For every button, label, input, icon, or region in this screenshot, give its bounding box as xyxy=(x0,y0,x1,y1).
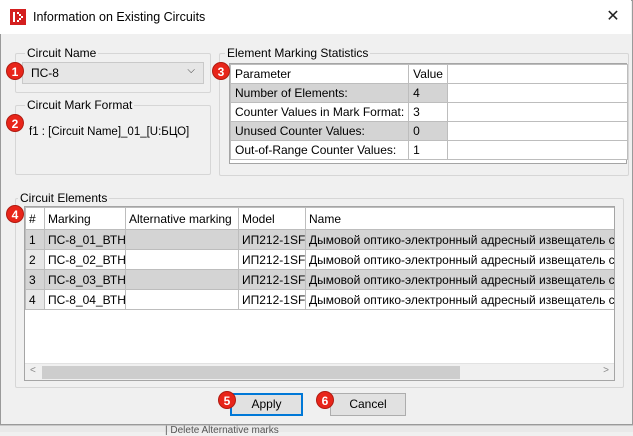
elements-grid[interactable]: # Marking Alternative marking Model Name… xyxy=(24,206,615,381)
model-cell: ИП212-1SF xyxy=(238,289,306,310)
marker-4: 4 xyxy=(6,205,24,223)
table-row[interactable]: 2 ПС-8_02_ВТН ИП212-1SF Дымовой оптико-э… xyxy=(25,249,614,270)
stats-filler-cell xyxy=(446,102,629,122)
elements-header-num[interactable]: # xyxy=(25,207,45,230)
elements-table: # Marking Alternative marking Model Name… xyxy=(25,207,614,310)
stats-value-cell: 1 xyxy=(408,140,448,160)
background-window-strip: | Delete Alternative marks xyxy=(0,425,633,436)
marking-cell[interactable]: ПС-8_03_ВТН xyxy=(44,269,126,290)
marker-2: 2 xyxy=(6,114,24,132)
cancel-button[interactable]: Cancel xyxy=(330,393,406,416)
circuit-name-legend: Circuit Name xyxy=(25,46,99,60)
app-logo-icon xyxy=(10,9,26,25)
model-cell: ИП212-1SF xyxy=(238,269,306,290)
circuit-name-combo[interactable]: ПС-8 ⌵ xyxy=(22,62,204,84)
elements-header-name[interactable]: Name xyxy=(305,207,614,230)
elements-header-marking[interactable]: Marking xyxy=(44,207,126,230)
alt-marking-cell[interactable] xyxy=(125,269,239,290)
stats-header-filler xyxy=(446,64,629,84)
chevron-down-icon: ⌵ xyxy=(187,65,195,76)
alt-marking-cell[interactable] xyxy=(125,229,239,250)
name-cell: Дымовой оптико-электронный адресный изве… xyxy=(305,229,614,250)
mark-format-group xyxy=(15,105,211,175)
marking-cell[interactable]: ПС-8_04_ВТН xyxy=(44,289,126,310)
close-icon[interactable]: ✕ xyxy=(600,5,626,29)
alt-marking-cell[interactable] xyxy=(125,289,239,310)
row-number-cell: 3 xyxy=(25,269,45,290)
table-row[interactable]: 3 ПС-8_03_ВТН ИП212-1SF Дымовой оптико-э… xyxy=(25,269,614,290)
window-title: Information on Existing Circuits xyxy=(33,10,206,24)
table-row[interactable]: 4 ПС-8_04_ВТН ИП212-1SF Дымовой оптико-э… xyxy=(25,289,614,310)
stats-header-value[interactable]: Value xyxy=(408,64,448,84)
elements-header-row: # Marking Alternative marking Model Name xyxy=(25,207,614,230)
stats-table: Parameter Value Number of Elements: 4 Co… xyxy=(229,64,629,160)
stats-header-parameter[interactable]: Parameter xyxy=(229,64,410,84)
row-number-cell: 2 xyxy=(25,249,45,270)
stats-filler-cell xyxy=(446,121,629,141)
horizontal-scrollbar[interactable]: < > xyxy=(25,363,614,380)
stats-parameter-cell: Out-of-Range Counter Values: xyxy=(229,140,410,160)
row-number-cell: 4 xyxy=(25,289,45,310)
circuit-name-value: ПС-8 xyxy=(31,66,59,80)
model-cell: ИП212-1SF xyxy=(238,229,306,250)
name-cell: Дымовой оптико-электронный адресный изве… xyxy=(305,269,614,290)
marking-cell[interactable]: ПС-8_01_ВТН xyxy=(44,229,126,250)
marker-6: 6 xyxy=(316,391,334,409)
marking-cell[interactable]: ПС-8_02_ВТН xyxy=(44,249,126,270)
stats-header-row: Parameter Value xyxy=(229,64,629,84)
mark-format-value: f1 : [Circuit Name]_01_[U:БЦО] xyxy=(29,126,190,138)
stats-value-cell: 4 xyxy=(408,83,448,103)
elements-header-model[interactable]: Model xyxy=(238,207,306,230)
stats-row: Number of Elements: 4 xyxy=(229,83,629,103)
stats-row: Unused Counter Values: 0 xyxy=(229,121,629,141)
scrollbar-thumb[interactable] xyxy=(42,366,460,379)
stats-row: Counter Values in Mark Format: 3 xyxy=(229,102,629,122)
scroll-left-icon[interactable]: < xyxy=(30,365,36,376)
stats-parameter-cell: Unused Counter Values: xyxy=(229,121,410,141)
elements-legend: Circuit Elements xyxy=(18,191,110,205)
stats-value-cell: 0 xyxy=(408,121,448,141)
stats-row: Out-of-Range Counter Values: 1 xyxy=(229,140,629,160)
row-number-cell: 1 xyxy=(25,229,45,250)
background-text: | Delete Alternative marks xyxy=(165,425,279,436)
stats-legend: Element Marking Statistics xyxy=(225,46,371,60)
mark-format-legend: Circuit Mark Format xyxy=(25,98,135,112)
name-cell: Дымовой оптико-электронный адресный изве… xyxy=(305,289,614,310)
apply-button[interactable]: Apply xyxy=(230,393,303,416)
elements-header-alt-marking[interactable]: Alternative marking xyxy=(125,207,239,230)
stats-filler-cell xyxy=(446,140,629,160)
stats-value-cell: 3 xyxy=(408,102,448,122)
stats-filler-cell xyxy=(446,83,629,103)
marker-1: 1 xyxy=(6,62,24,80)
stats-parameter-cell: Counter Values in Mark Format: xyxy=(229,102,410,122)
stats-parameter-cell: Number of Elements: xyxy=(229,83,410,103)
scroll-right-icon[interactable]: > xyxy=(603,365,609,376)
title-bar[interactable]: Information on Existing Circuits ✕ xyxy=(0,0,631,34)
marker-5: 5 xyxy=(218,391,236,409)
model-cell: ИП212-1SF xyxy=(238,249,306,270)
alt-marking-cell[interactable] xyxy=(125,249,239,270)
marker-3: 3 xyxy=(212,62,230,80)
name-cell: Дымовой оптико-электронный адресный изве… xyxy=(305,249,614,270)
table-row[interactable]: 1 ПС-8_01_ВТН ИП212-1SF Дымовой оптико-э… xyxy=(25,229,614,250)
